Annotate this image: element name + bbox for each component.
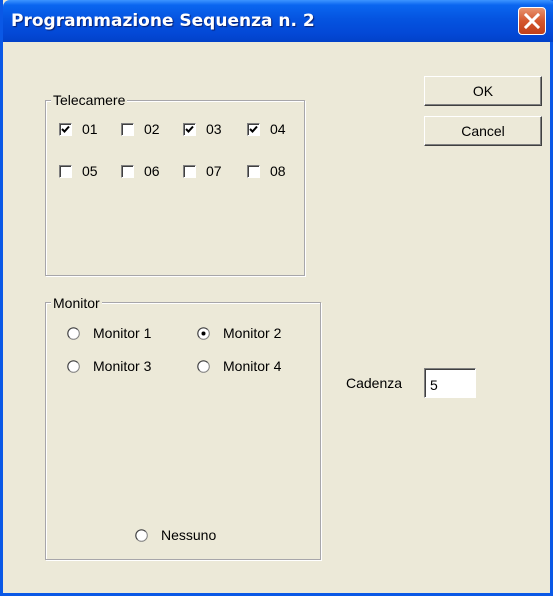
camera-checkbox-label: 02 bbox=[144, 121, 160, 137]
checkbox-box[interactable] bbox=[59, 122, 72, 136]
checkbox-box[interactable] bbox=[247, 122, 260, 136]
radio-monitor-2[interactable]: Monitor 2 bbox=[197, 324, 281, 342]
radio-button-icon[interactable] bbox=[67, 326, 80, 340]
checkbox-box[interactable] bbox=[121, 122, 134, 136]
radio-label: Monitor 3 bbox=[93, 358, 152, 374]
radio-button-icon[interactable] bbox=[197, 359, 210, 373]
camera-checkbox-6[interactable]: 06 bbox=[121, 162, 160, 180]
camera-checkbox-1[interactable]: 01 bbox=[59, 120, 98, 138]
close-button[interactable] bbox=[518, 7, 546, 35]
radio-monitor-3[interactable]: Monitor 3 bbox=[67, 357, 151, 375]
radio-label: Monitor 2 bbox=[223, 325, 282, 341]
camera-checkbox-4[interactable]: 04 bbox=[247, 120, 286, 138]
radio-monitor-1[interactable]: Monitor 1 bbox=[67, 324, 151, 342]
camera-checkbox-2[interactable]: 02 bbox=[121, 120, 160, 138]
camera-checkbox-5[interactable]: 05 bbox=[59, 162, 98, 180]
radio-button-icon[interactable] bbox=[135, 528, 148, 542]
camera-checkbox-label: 04 bbox=[270, 121, 286, 137]
camera-checkbox-label: 05 bbox=[82, 163, 98, 179]
checkbox-box[interactable] bbox=[121, 164, 134, 178]
radio-nessuno[interactable]: Nessuno bbox=[135, 526, 216, 544]
camera-checkbox-8[interactable]: 08 bbox=[247, 162, 286, 180]
checkmark-icon bbox=[249, 125, 258, 133]
telecamere-group-label: Telecamere bbox=[51, 92, 128, 108]
close-icon bbox=[523, 12, 541, 30]
radio-monitor-4[interactable]: Monitor 4 bbox=[197, 357, 281, 375]
dialog-window: Programmazione Sequenza n. 2 Telecamere … bbox=[0, 0, 553, 596]
camera-checkbox-3[interactable]: 03 bbox=[183, 120, 222, 138]
checkmark-icon bbox=[61, 125, 70, 133]
cadenza-label: Cadenza bbox=[346, 375, 403, 391]
checkmark-icon bbox=[185, 125, 194, 133]
checkbox-box[interactable] bbox=[183, 164, 196, 178]
monitor-group-label: Monitor bbox=[51, 295, 102, 311]
cadenza-input[interactable] bbox=[424, 368, 476, 398]
camera-checkbox-label: 07 bbox=[206, 163, 222, 179]
checkbox-box[interactable] bbox=[59, 164, 72, 178]
title-bar[interactable]: Programmazione Sequenza n. 2 bbox=[3, 0, 553, 42]
camera-checkbox-label: 06 bbox=[144, 163, 160, 179]
checkbox-box[interactable] bbox=[183, 122, 196, 136]
ok-button[interactable]: OK bbox=[424, 76, 542, 106]
radio-label: Monitor 1 bbox=[93, 325, 152, 341]
window-title: Programmazione Sequenza n. 2 bbox=[11, 11, 315, 31]
radio-button-icon[interactable] bbox=[197, 326, 210, 340]
camera-checkbox-label: 01 bbox=[82, 121, 98, 137]
radio-label: Monitor 4 bbox=[223, 358, 282, 374]
checkbox-box[interactable] bbox=[247, 164, 260, 178]
cancel-button[interactable]: Cancel bbox=[424, 116, 542, 146]
camera-checkbox-7[interactable]: 07 bbox=[183, 162, 222, 180]
radio-label: Nessuno bbox=[161, 527, 217, 543]
camera-checkbox-label: 08 bbox=[270, 163, 286, 179]
radio-button-icon[interactable] bbox=[67, 359, 80, 373]
camera-checkbox-label: 03 bbox=[206, 121, 222, 137]
